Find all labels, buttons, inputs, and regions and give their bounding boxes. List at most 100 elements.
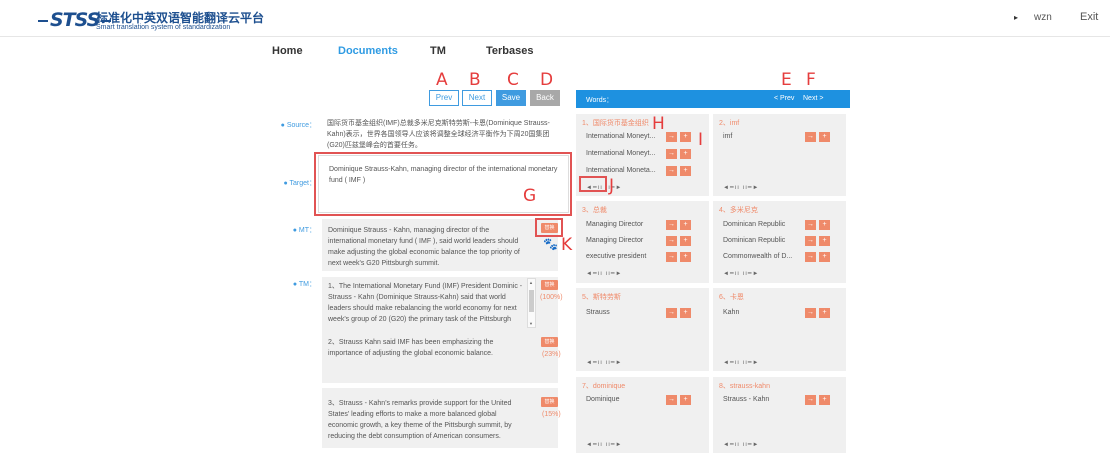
word-option[interactable]: Kahn xyxy=(723,309,739,316)
nav-home[interactable]: Home xyxy=(272,45,303,61)
tm-label: ● TM： xyxy=(292,281,316,288)
word-option[interactable]: International Moneyt... xyxy=(586,133,655,140)
scroll-down-icon[interactable]: ▼ xyxy=(529,321,533,326)
word-option[interactable]: Strauss - Kahn xyxy=(723,396,769,403)
annotation-k: K xyxy=(561,235,573,255)
add-plus-button[interactable]: + xyxy=(680,166,691,176)
word-card-8: 8、strauss-kahn Strauss - Kahn → + ◄━ıı ı… xyxy=(713,377,846,453)
insert-arrow-button[interactable]: → xyxy=(666,308,677,318)
add-plus-button[interactable]: + xyxy=(680,308,691,318)
insert-arrow-button[interactable]: → xyxy=(666,220,677,230)
annotation-f: F xyxy=(806,70,816,90)
word-card-head: 7、dominique xyxy=(582,383,626,390)
tm-match-pct-1: (100%) xyxy=(540,294,563,301)
annotation-d: D xyxy=(540,70,554,90)
add-plus-button[interactable]: + xyxy=(680,395,691,405)
insert-arrow-button[interactable]: → xyxy=(805,220,816,230)
insert-arrow-button[interactable]: → xyxy=(805,252,816,262)
word-nav-arrows[interactable]: ◄━ıı ıı━► xyxy=(723,359,759,366)
word-nav-arrows[interactable]: ◄━ıı ıı━► xyxy=(586,359,622,366)
word-option[interactable]: International Moneta... xyxy=(586,167,656,174)
user-name[interactable]: wzn xyxy=(1034,12,1052,23)
app-subtitle: Smart translation system of standardizat… xyxy=(96,24,231,31)
insert-arrow-button[interactable]: → xyxy=(666,252,677,262)
word-card-4: 4、多米尼克 Dominican Republic Dominican Repu… xyxy=(713,201,846,283)
word-card-head: 6、卡恩 xyxy=(719,294,744,301)
word-card-2: 2、imf imf → + ◄━ıı ıı━► xyxy=(713,114,846,196)
word-option[interactable]: International Moneyt... xyxy=(586,150,655,157)
word-option[interactable]: Dominican Republic xyxy=(723,221,785,228)
tm-replace-button-2[interactable]: 替换 xyxy=(541,337,558,347)
insert-arrow-button[interactable]: → xyxy=(805,395,816,405)
add-plus-button[interactable]: + xyxy=(680,149,691,159)
tm-replace-button-3[interactable]: 替换 xyxy=(541,397,558,407)
add-plus-button[interactable]: + xyxy=(680,132,691,142)
back-button[interactable]: Back xyxy=(530,90,560,106)
add-plus-button[interactable]: + xyxy=(819,220,830,230)
target-label: ● Target： xyxy=(283,180,316,187)
insert-arrow-button[interactable]: → xyxy=(666,149,677,159)
annotation-box-k xyxy=(535,218,563,237)
nav-documents[interactable]: Documents xyxy=(338,45,398,61)
words-header: Words： < Prev Next > xyxy=(576,90,850,108)
annotation-i: I xyxy=(698,130,704,150)
exit-link[interactable]: Exit xyxy=(1080,11,1098,23)
insert-arrow-button[interactable]: → xyxy=(666,236,677,246)
word-nav-arrows[interactable]: ◄━ıı ıı━► xyxy=(723,270,759,277)
word-option[interactable]: Dominique xyxy=(586,396,619,403)
word-option[interactable]: Dominican Republic xyxy=(723,237,785,244)
word-card-head: 2、imf xyxy=(719,120,740,127)
annotation-box-j xyxy=(579,176,607,192)
word-option[interactable]: Strauss xyxy=(586,309,610,316)
add-plus-button[interactable]: + xyxy=(680,252,691,262)
prev-button[interactable]: Prev xyxy=(429,90,459,106)
nav-tm[interactable]: TM xyxy=(430,45,446,61)
add-plus-button[interactable]: + xyxy=(680,236,691,246)
next-button[interactable]: Next xyxy=(462,90,492,106)
user-menu-arrow-icon[interactable]: ▸ xyxy=(1014,13,1018,22)
scroll-up-icon[interactable]: ▲ xyxy=(529,280,533,285)
word-nav-arrows[interactable]: ◄━ıı ıı━► xyxy=(723,441,759,448)
word-nav-arrows[interactable]: ◄━ıı ıı━► xyxy=(723,184,759,191)
insert-arrow-button[interactable]: → xyxy=(666,132,677,142)
tm-scrollbar[interactable]: ▲ ▼ xyxy=(527,278,536,328)
add-plus-button[interactable]: + xyxy=(819,132,830,142)
tm-item-2: 2、Strauss Kahn said IMF has been emphasi… xyxy=(328,339,494,357)
words-prev-button[interactable]: < Prev xyxy=(774,95,794,102)
insert-arrow-button[interactable]: → xyxy=(805,308,816,318)
add-plus-button[interactable]: + xyxy=(819,395,830,405)
add-plus-button[interactable]: + xyxy=(819,308,830,318)
mt-label: ● MT： xyxy=(292,227,316,234)
word-card-3: 3、总裁 Managing Director Managing Director… xyxy=(576,201,709,283)
insert-arrow-button[interactable]: → xyxy=(805,236,816,246)
annotation-box-g xyxy=(314,152,572,216)
word-option[interactable]: Managing Director xyxy=(586,237,643,244)
save-button[interactable]: Save xyxy=(496,90,526,106)
word-option[interactable]: Commonwealth of D... xyxy=(723,253,792,260)
insert-arrow-button[interactable]: → xyxy=(805,132,816,142)
word-nav-arrows[interactable]: ◄━ıı ıı━► xyxy=(586,441,622,448)
add-plus-button[interactable]: + xyxy=(680,220,691,230)
word-card-5: 5、斯特劳斯 Strauss → + ◄━ıı ıı━► xyxy=(576,288,709,371)
add-plus-button[interactable]: + xyxy=(819,252,830,262)
scroll-thumb[interactable] xyxy=(529,290,534,312)
mt-panel: Dominique Strauss - Kahn, managing direc… xyxy=(322,219,558,271)
word-card-head: 5、斯特劳斯 xyxy=(582,294,621,301)
annotation-h: H xyxy=(652,114,665,134)
tm-replace-button-1[interactable]: 替换 xyxy=(541,280,558,290)
insert-arrow-button[interactable]: → xyxy=(666,395,677,405)
tm-match-pct-3: (15%) xyxy=(542,411,561,418)
word-option[interactable]: executive president xyxy=(586,253,646,260)
word-option[interactable]: Managing Director xyxy=(586,221,643,228)
add-plus-button[interactable]: + xyxy=(819,236,830,246)
words-label: Words： xyxy=(586,97,614,104)
word-card-head: 8、strauss-kahn xyxy=(719,383,770,390)
word-card-head: 1、国际货币基金组织 xyxy=(582,120,649,127)
annotation-e: E xyxy=(781,70,792,90)
word-nav-arrows[interactable]: ◄━ıı ıı━► xyxy=(586,270,622,277)
nav-terbases[interactable]: Terbases xyxy=(486,45,534,61)
top-bar: STSS 标准化中英双语智能翻译云平台 Smart translation sy… xyxy=(0,0,1110,37)
word-option[interactable]: imf xyxy=(723,133,732,140)
insert-arrow-button[interactable]: → xyxy=(666,166,677,176)
words-next-button[interactable]: Next > xyxy=(803,95,823,102)
